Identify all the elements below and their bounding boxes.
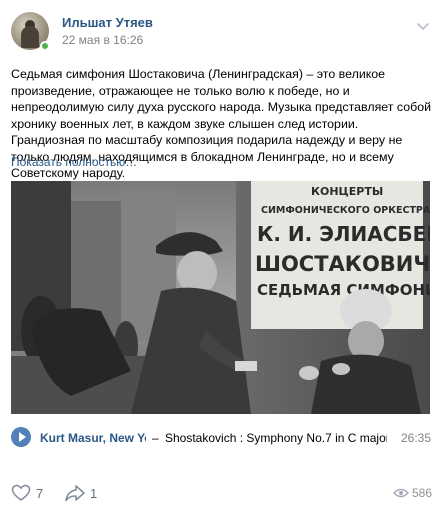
poster-line-2: СИМФОНИЧЕСКОГО ОРКЕСТРА bbox=[261, 205, 430, 216]
view-count: 586 bbox=[412, 486, 433, 500]
author-name[interactable]: Ильшат Утяев bbox=[62, 15, 153, 30]
post-header: Ильшат Утяев 22 мая в 16:26 bbox=[0, 0, 442, 58]
post-photo[interactable]: КОНЦЕРТЫ СИМФОНИЧЕСКОГО ОРКЕСТРА К. И. Э… bbox=[11, 181, 430, 414]
play-icon[interactable] bbox=[11, 427, 31, 447]
audio-separator: – bbox=[152, 431, 159, 445]
share-count[interactable]: 1 bbox=[90, 486, 97, 501]
poster-line-1: КОНЦЕРТЫ bbox=[311, 185, 383, 198]
audio-artist[interactable]: Kurt Masur, New Yor... bbox=[40, 431, 146, 445]
share-icon[interactable] bbox=[64, 484, 86, 502]
audio-attachment[interactable]: Kurt Masur, New Yor... – Shostakovich : … bbox=[0, 424, 442, 452]
poster-line-5: СЕДЬМАЯ СИМФОНИЯ bbox=[257, 281, 430, 299]
poster-line-3: К. И. ЭЛИАСБЕРГ bbox=[257, 222, 430, 246]
like-count[interactable]: 7 bbox=[36, 486, 43, 501]
post-footer: 7 1 586 bbox=[0, 478, 442, 506]
show-more-link[interactable]: Показать полностью… bbox=[11, 155, 137, 169]
heart-icon[interactable] bbox=[11, 484, 31, 502]
post-date[interactable]: 22 мая в 16:26 bbox=[62, 33, 143, 47]
audio-duration: 26:35 bbox=[401, 431, 432, 445]
eye-icon bbox=[393, 488, 409, 498]
chevron-down-icon[interactable] bbox=[415, 20, 431, 32]
poster-line-4: ШОСТАКОВИЧ bbox=[255, 252, 430, 276]
audio-title[interactable]: Shostakovich : Symphony No.7 in C major … bbox=[165, 431, 387, 445]
online-indicator bbox=[40, 41, 50, 51]
